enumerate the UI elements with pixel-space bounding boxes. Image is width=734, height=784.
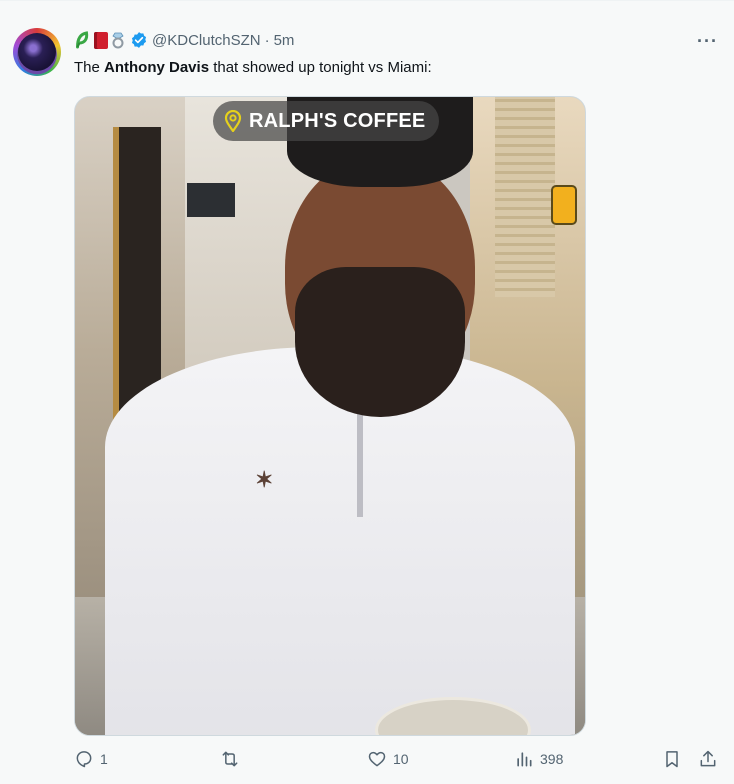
tweet-text-bold: Anthony Davis xyxy=(104,59,210,76)
book-emoji xyxy=(94,31,108,49)
views-count: 398 xyxy=(540,751,564,767)
share-icon xyxy=(700,750,716,767)
ring-emoji xyxy=(112,32,124,49)
reply-count: 1 xyxy=(100,751,108,767)
tweet-header: @KDClutchSZN · 5m xyxy=(74,29,294,51)
views-icon xyxy=(517,752,532,767)
photo-traffic-light xyxy=(553,187,575,223)
avatar[interactable] xyxy=(13,28,61,76)
photo-sign xyxy=(187,183,235,217)
photo-person-beard xyxy=(295,267,465,417)
user-handle[interactable]: @KDClutchSZN xyxy=(152,32,261,49)
tweet-text-after: that showed up tonight vs Miami: xyxy=(209,59,432,76)
retweet-button[interactable] xyxy=(220,749,246,769)
tweet-card[interactable]: @KDClutchSZN · 5m ··· The Anthony Davis … xyxy=(0,0,734,784)
location-sticker: RALPH'S COFFEE xyxy=(213,101,440,141)
like-count: 10 xyxy=(393,751,409,767)
verified-badge-icon xyxy=(131,32,147,48)
tweet-actions: 1 10 398 xyxy=(74,749,724,775)
photo-jacket-logo: ✶ xyxy=(255,467,274,492)
separator: · xyxy=(264,31,270,49)
bookmark-icon xyxy=(666,751,678,768)
reply-icon xyxy=(76,751,92,768)
tweet-media[interactable]: ✶ RALPH'S COFFEE xyxy=(74,96,586,736)
timestamp[interactable]: 5m xyxy=(274,32,295,49)
location-label: RALPH'S COFFEE xyxy=(249,109,426,132)
bookmark-button[interactable] xyxy=(662,749,688,769)
like-button[interactable]: 10 xyxy=(367,749,409,769)
share-button[interactable] xyxy=(698,749,724,769)
reply-button[interactable]: 1 xyxy=(74,749,108,769)
plant-emoji xyxy=(76,31,89,49)
views-button[interactable]: 398 xyxy=(514,749,563,769)
tweet-text: The Anthony Davis that showed up tonight… xyxy=(74,58,432,78)
location-pin-icon xyxy=(224,110,242,132)
tweet-text-before: The xyxy=(74,59,105,76)
photo-building xyxy=(495,97,555,297)
avatar-image xyxy=(18,33,56,71)
more-options-icon[interactable]: ··· xyxy=(697,31,718,52)
heart-icon xyxy=(368,751,386,767)
retweet-icon xyxy=(222,751,238,767)
